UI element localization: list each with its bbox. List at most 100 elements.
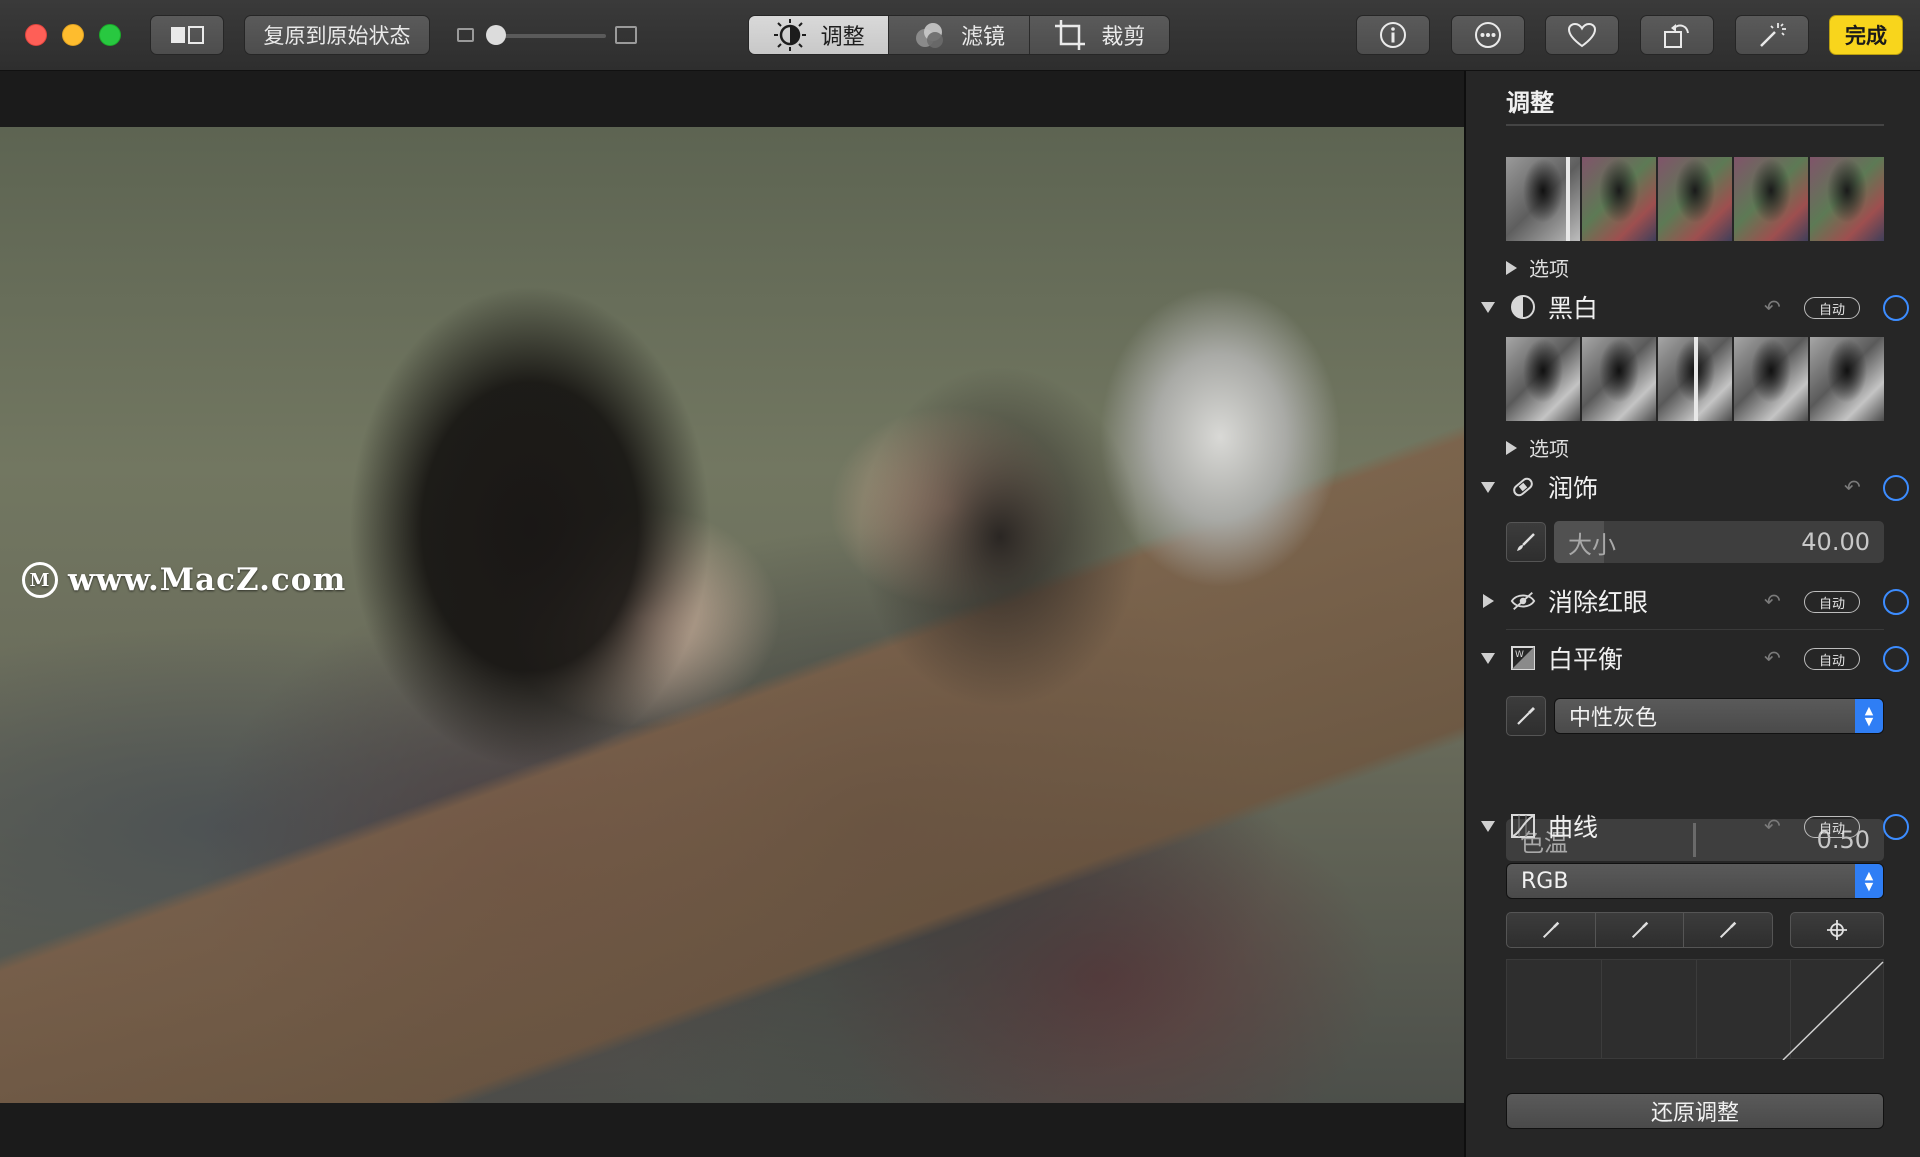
tab-adjust-label: 调整 (820, 25, 865, 50)
rotate-button[interactable] (1640, 15, 1714, 55)
curves-channel-popup[interactable]: RGB ▲ ▼ (1506, 863, 1884, 899)
light-thumb (1810, 157, 1884, 241)
watermark-text: www.MacZ.com (68, 562, 347, 598)
redeye-enable-toggle[interactable] (1883, 589, 1909, 615)
curves-auto-button[interactable]: 自动 (1804, 816, 1860, 838)
crop-icon (1055, 20, 1086, 50)
edit-mode-tabs: 调整 滤镜 裁剪 (748, 15, 1170, 55)
photo[interactable]: M www.MacZ.com (0, 127, 1464, 1103)
add-point-button[interactable] (1790, 912, 1884, 948)
wb-mode-popup[interactable]: 中性灰色 ▲ ▼ (1554, 698, 1884, 734)
white-balance-label: 白平衡 (1548, 645, 1624, 674)
white-balance-auto-button[interactable]: 自动 (1804, 648, 1860, 670)
minimize-window-button[interactable] (62, 24, 84, 46)
undo-arrow-icon[interactable]: ↶ (1764, 295, 1781, 319)
rotate-icon (1664, 24, 1689, 48)
popup-stepper-icon: ▲ ▼ (1855, 699, 1883, 733)
brush-icon (1517, 533, 1535, 551)
bw-thumb (1582, 337, 1656, 421)
curves-section-header[interactable]: 曲线 ↶ 自动 (1480, 808, 1910, 844)
curves-enable-toggle[interactable] (1883, 814, 1909, 840)
sidebar-title: 调整 (1506, 89, 1554, 117)
light-thumb (1734, 157, 1808, 241)
light-thumb (1582, 157, 1656, 241)
retouch-size-slider[interactable]: 大小 40.00 (1554, 521, 1884, 563)
undo-arrow-icon[interactable]: ↶ (1764, 814, 1781, 838)
black-point-eyedropper-icon[interactable] (1507, 913, 1596, 947)
bw-preset-strip[interactable] (1506, 337, 1884, 421)
magic-wand-icon (1760, 23, 1786, 47)
white-balance-enable-toggle[interactable] (1883, 646, 1909, 672)
light-thumb (1506, 157, 1580, 241)
disclosure-down-icon (1481, 481, 1495, 493)
curves-label: 曲线 (1548, 813, 1599, 842)
curves-eyedropper-group (1506, 912, 1773, 948)
revert-to-original-button[interactable]: 复原到原始状态 (244, 15, 430, 55)
disclosure-down-icon (1481, 652, 1495, 664)
white-balance-icon: W (1510, 645, 1536, 671)
light-preset-strip[interactable] (1506, 157, 1884, 241)
zoom-slider-knob[interactable] (486, 25, 506, 45)
light-options-toggle[interactable]: 选项 (1506, 253, 1569, 282)
zoom-window-button[interactable] (99, 24, 121, 46)
brush-button[interactable] (1506, 522, 1546, 562)
bw-options-toggle[interactable]: 选项 (1506, 433, 1569, 462)
crosshair-icon (1827, 920, 1847, 940)
bandage-icon (1510, 474, 1536, 500)
bw-enable-toggle[interactable] (1883, 295, 1909, 321)
tab-crop-label: 裁剪 (1101, 25, 1146, 50)
favorite-button[interactable] (1545, 15, 1619, 55)
undo-arrow-icon[interactable]: ↶ (1764, 646, 1781, 670)
tab-filters[interactable]: 滤镜 (889, 16, 1030, 54)
light-options-label: 选项 (1529, 257, 1569, 281)
info-icon (1380, 22, 1406, 48)
curves-line (1782, 961, 1884, 1060)
curves-icon (1510, 813, 1536, 839)
half-circle-icon (1510, 294, 1536, 320)
section-divider (1506, 629, 1884, 630)
close-window-button[interactable] (25, 24, 47, 46)
zoom-out-icon[interactable] (457, 28, 474, 42)
disclosure-right-icon (1506, 260, 1517, 275)
curves-channel-value: RGB (1521, 868, 1569, 894)
bw-section-header[interactable]: 黑白 ↶ 自动 (1480, 289, 1910, 325)
filter-circles-icon (915, 23, 943, 48)
more-button[interactable] (1451, 15, 1525, 55)
retouch-section-header[interactable]: 润饰 ↶ (1480, 469, 1910, 505)
split-view-icon (171, 26, 204, 44)
auto-enhance-button[interactable] (1735, 15, 1809, 55)
mid-point-eyedropper-icon[interactable] (1596, 913, 1685, 947)
info-button[interactable] (1356, 15, 1430, 55)
disclosure-right-icon (1506, 440, 1517, 455)
done-button[interactable]: 完成 (1829, 15, 1903, 55)
retouch-size-label: 大小 (1568, 530, 1616, 559)
redeye-label: 消除红眼 (1548, 588, 1649, 617)
retouch-enable-toggle[interactable] (1883, 475, 1909, 501)
disclosure-right-icon (1482, 594, 1494, 608)
bw-thumb-marker[interactable] (1694, 337, 1698, 421)
bw-auto-button[interactable]: 自动 (1804, 297, 1860, 319)
white-point-eyedropper-icon[interactable] (1684, 913, 1772, 947)
bw-thumb (1734, 337, 1808, 421)
curves-graph[interactable] (1506, 959, 1884, 1060)
more-icon (1475, 22, 1501, 48)
bw-thumb (1810, 337, 1884, 421)
reset-adjustments-button[interactable]: 还原调整 (1506, 1093, 1884, 1129)
white-balance-section-header[interactable]: W 白平衡 ↶ 自动 (1480, 640, 1910, 676)
undo-arrow-icon[interactable]: ↶ (1844, 475, 1861, 499)
tab-crop[interactable]: 裁剪 (1030, 16, 1169, 54)
light-thumb-marker[interactable] (1566, 157, 1570, 241)
retouch-label: 润饰 (1548, 474, 1599, 503)
tab-filters-label: 滤镜 (960, 25, 1005, 50)
bw-thumb (1658, 337, 1732, 421)
undo-arrow-icon[interactable]: ↶ (1764, 589, 1781, 613)
redeye-auto-button[interactable]: 自动 (1804, 591, 1860, 613)
disclosure-down-icon (1481, 820, 1495, 832)
wb-eyedropper-button[interactable] (1506, 696, 1546, 736)
redeye-section-header[interactable]: 消除红眼 ↶ 自动 (1480, 583, 1910, 619)
zoom-in-icon[interactable] (615, 26, 637, 44)
bw-thumb (1506, 337, 1580, 421)
compare-button[interactable] (150, 15, 224, 55)
popup-stepper-icon: ▲ ▼ (1855, 864, 1883, 898)
tab-adjust[interactable]: 调整 (749, 16, 890, 54)
